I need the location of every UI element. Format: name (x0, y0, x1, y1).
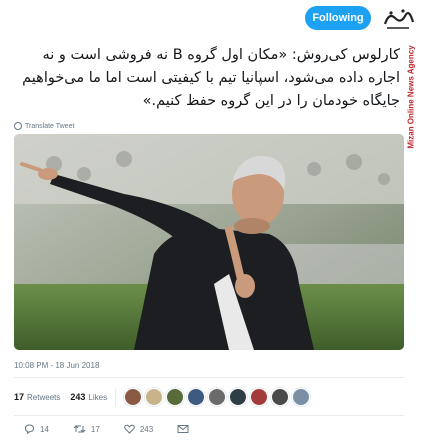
tweet-photo[interactable] (14, 134, 404, 350)
translate-label: Translate Tweet (25, 122, 75, 130)
liker-avatar[interactable] (145, 388, 164, 406)
reply-icon (24, 424, 35, 434)
message-button[interactable] (177, 424, 189, 434)
retweets-label[interactable]: Retweets (27, 393, 60, 402)
like-count: 243 (139, 424, 154, 434)
heart-icon (124, 424, 135, 434)
tweet-text: کارلوس کی‌روش: «مکان اول گروه B نه فروشی… (22, 47, 400, 109)
retweets-count[interactable]: 17 (14, 392, 24, 402)
likes-label[interactable]: Likes (88, 393, 107, 402)
reply-button[interactable]: 14 (24, 424, 49, 434)
liker-avatar[interactable] (208, 388, 227, 406)
retweet-count: 17 (90, 424, 100, 434)
likes-count[interactable]: 243 (70, 392, 85, 402)
mail-icon (177, 425, 189, 433)
retweet-button[interactable]: 17 (73, 424, 100, 434)
liker-avatar[interactable] (271, 388, 290, 406)
reply-count: 14 (40, 424, 49, 434)
like-button[interactable]: 243 (124, 424, 153, 434)
translate-tweet-link[interactable]: Translate Tweet (14, 122, 74, 130)
tweet-header: Following (0, 0, 421, 38)
stats-separator (115, 388, 117, 406)
tweet-stats: 17 Retweets 243 Likes (14, 387, 311, 407)
agency-logo (377, 2, 419, 36)
retweet-icon (73, 425, 86, 433)
vertical-agency-brand: Mizan Online News Agency (406, 45, 416, 149)
following-button[interactable]: Following (305, 6, 371, 30)
tweet-actions: 14 17 243 (24, 424, 213, 434)
globe-icon (14, 122, 22, 130)
liker-avatar[interactable] (229, 388, 248, 406)
divider (14, 377, 404, 378)
liker-avatar[interactable] (250, 388, 269, 406)
liker-avatar[interactable] (124, 388, 143, 406)
liker-avatars (124, 388, 311, 406)
tweet-timestamp[interactable]: 10:08 PM - 18 Jun 2018 (14, 361, 99, 370)
divider (14, 415, 404, 416)
liker-avatar[interactable] (187, 388, 206, 406)
liker-avatar[interactable] (292, 388, 311, 406)
liker-avatar[interactable] (166, 388, 185, 406)
